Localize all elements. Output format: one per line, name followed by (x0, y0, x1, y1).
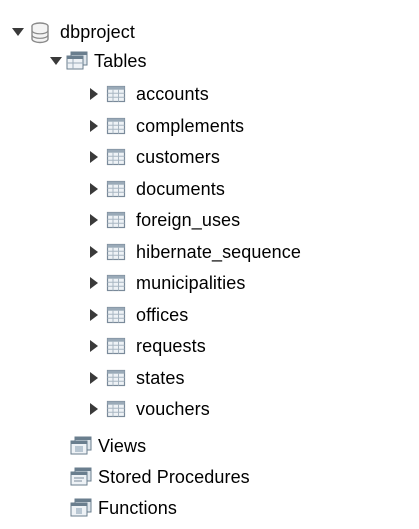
tables-folder-label: Tables (94, 51, 147, 71)
procedures-folder-icon (70, 467, 92, 487)
table-row[interactable]: foreign_uses (86, 206, 240, 234)
collapsed-arrow-icon[interactable] (86, 370, 102, 386)
table-icon (106, 242, 126, 262)
functions-folder-row[interactable]: Functions (70, 494, 177, 522)
table-icon (106, 273, 126, 293)
table-name: customers (136, 147, 220, 167)
table-row[interactable]: documents (86, 175, 225, 203)
table-name: requests (136, 336, 206, 356)
expanded-arrow-icon[interactable] (10, 24, 26, 40)
table-row[interactable]: hibernate_sequence (86, 238, 301, 266)
table-row[interactable]: complements (86, 112, 244, 140)
functions-folder-label: Functions (98, 498, 177, 518)
views-folder-row[interactable]: Views (70, 432, 146, 460)
collapsed-arrow-icon[interactable] (86, 86, 102, 102)
table-name: municipalities (136, 273, 246, 293)
table-icon (106, 84, 126, 104)
functions-folder-icon (70, 498, 92, 518)
table-icon (106, 368, 126, 388)
collapsed-arrow-icon[interactable] (86, 244, 102, 260)
table-icon (106, 336, 126, 356)
table-icon (106, 210, 126, 230)
views-folder-icon (70, 436, 92, 456)
schema-name: dbproject (60, 22, 135, 42)
collapsed-arrow-icon[interactable] (86, 307, 102, 323)
schema-tree: dbproject Tables accounts complements cust… (0, 0, 419, 529)
table-row[interactable]: municipalities (86, 269, 245, 297)
table-icon (106, 147, 126, 167)
table-name: hibernate_sequence (136, 241, 301, 262)
table-name: accounts (136, 84, 209, 104)
procedures-folder-row[interactable]: Stored Procedures (70, 463, 250, 491)
collapsed-arrow-icon[interactable] (86, 118, 102, 134)
table-row[interactable]: requests (86, 332, 206, 360)
views-folder-label: Views (98, 436, 147, 456)
collapsed-arrow-icon[interactable] (86, 275, 102, 291)
table-icon (106, 179, 126, 199)
table-name: foreign_uses (136, 210, 241, 230)
database-icon (30, 22, 50, 44)
tables-folder-row[interactable]: Tables (48, 47, 147, 75)
table-icon (106, 116, 126, 136)
table-name: offices (136, 304, 189, 325)
table-name: states (136, 367, 185, 388)
collapsed-arrow-icon[interactable] (86, 181, 102, 197)
tables-folder-icon (66, 51, 88, 71)
table-name: documents (136, 178, 225, 199)
table-row[interactable]: offices (86, 301, 188, 329)
collapsed-arrow-icon[interactable] (86, 149, 102, 165)
schema-row-dbproject[interactable]: dbproject (10, 18, 135, 46)
table-row[interactable]: vouchers (86, 395, 210, 423)
table-icon (106, 399, 126, 419)
procedures-folder-label: Stored Procedures (98, 467, 250, 487)
table-name: vouchers (136, 399, 210, 419)
table-row[interactable]: states (86, 364, 185, 392)
expanded-arrow-icon[interactable] (48, 53, 64, 69)
collapsed-arrow-icon[interactable] (86, 338, 102, 354)
table-name: complements (136, 115, 245, 136)
collapsed-arrow-icon[interactable] (86, 401, 102, 417)
collapsed-arrow-icon[interactable] (86, 212, 102, 228)
table-row[interactable]: accounts (86, 80, 209, 108)
table-icon (106, 305, 126, 325)
table-row[interactable]: customers (86, 143, 220, 171)
